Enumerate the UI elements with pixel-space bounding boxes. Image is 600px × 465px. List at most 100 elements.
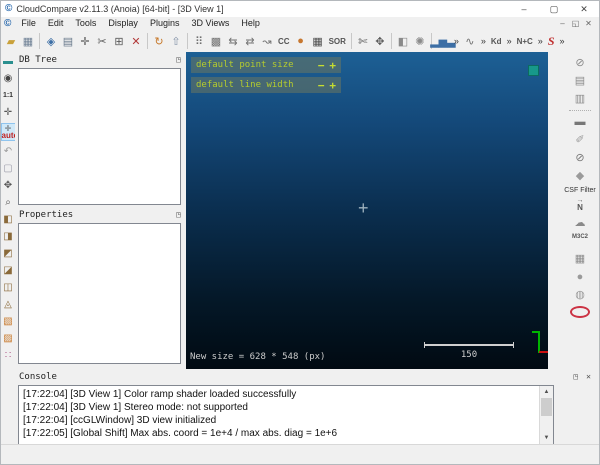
csf-filter-label: CSF Filter <box>564 187 596 195</box>
sra-plugin-button[interactable]: S <box>546 33 557 50</box>
scroll-down-icon[interactable]: ▼ <box>540 433 553 443</box>
3d-viewport[interactable]: default point size − + default line widt… <box>186 52 548 369</box>
menu-edit[interactable]: Edit <box>42 17 70 30</box>
save-button[interactable]: ▦ <box>20 33 36 50</box>
mdi-restore-button[interactable]: ◱ <box>569 19 582 28</box>
stereo-mode-button[interactable]: ∷ <box>2 349 15 362</box>
scalar-field-tools-button[interactable]: ∿ <box>462 33 478 50</box>
global-shift-button[interactable]: ⇧ <box>168 33 184 50</box>
line-width-decrease-button[interactable]: − <box>318 79 325 92</box>
subsample-button[interactable]: ⠿ <box>191 33 207 50</box>
view-bottom-button[interactable]: ◬ <box>2 298 15 311</box>
point-size-label: default point size <box>196 60 313 70</box>
octree-button[interactable]: ▩ <box>208 33 224 50</box>
db-tree-float-button[interactable]: ◳ <box>176 55 181 64</box>
minimize-button[interactable]: – <box>509 1 539 17</box>
point-size-increase-button[interactable]: + <box>329 59 336 72</box>
scroll-thumb[interactable] <box>541 398 552 416</box>
pick-rotation-center-button[interactable]: ✛ <box>2 106 15 119</box>
cloud-plugin-button[interactable]: ☁ <box>573 216 588 231</box>
properties-button[interactable]: ▤ <box>60 33 76 50</box>
translate-rotate-button[interactable]: ⊞ <box>111 33 127 50</box>
console-scrollbar[interactable]: ▲ ▼ <box>539 386 553 444</box>
cross-section-button[interactable]: ✄ <box>355 33 371 50</box>
db-tree-panel[interactable] <box>18 68 181 205</box>
view-front-button[interactable]: ◧ <box>2 213 15 226</box>
segment-button[interactable]: ✂ <box>94 33 110 50</box>
zoom-1-1-button[interactable]: 1:1 <box>2 89 15 102</box>
open-button[interactable]: ▰ <box>3 33 19 50</box>
no-filter-button[interactable]: ⊘ <box>573 56 588 71</box>
line-width-increase-button[interactable]: + <box>329 79 336 92</box>
properties-panel[interactable] <box>18 223 181 364</box>
status-bar <box>1 444 599 464</box>
interactive-transform-button[interactable]: ✥ <box>372 33 388 50</box>
toolbar-overflow-button[interactable]: » <box>558 33 567 50</box>
cloud-mesh-distance-button[interactable]: ● <box>293 33 309 50</box>
ransac-plugin-button[interactable]: ◍ <box>573 288 588 303</box>
view-iso2-button[interactable]: ▨ <box>2 332 15 345</box>
render-zoom-button[interactable]: ▥ <box>573 92 588 107</box>
view-left-button[interactable]: ◩ <box>2 247 15 260</box>
camera-button[interactable]: ◉ <box>2 72 15 85</box>
console-header-buttons: ◳ ✕ <box>573 372 591 381</box>
menu-display[interactable]: Display <box>102 17 144 30</box>
pan-view-button[interactable]: ✥ <box>2 179 15 192</box>
maximize-button[interactable]: ▢ <box>539 1 569 17</box>
scroll-up-icon[interactable]: ▲ <box>540 387 553 397</box>
m3c2-plugin-button[interactable]: M3C2 <box>572 234 588 249</box>
mdi-close-button[interactable]: ✕ <box>582 19 595 28</box>
auto-pick-rotation-center-button[interactable]: ✛auto <box>1 123 16 141</box>
normals-plugin-button[interactable]: →N <box>577 198 584 213</box>
delete-button[interactable]: ✕ <box>128 33 144 50</box>
view-right-button[interactable]: ◪ <box>2 264 15 277</box>
zoom-on-elements-button[interactable]: ◈ <box>43 33 59 50</box>
brush-plugin-button[interactable]: ✐ <box>573 133 588 148</box>
toolbar-overflow-button[interactable]: » <box>505 33 514 50</box>
register-fine-button[interactable]: ⇄ <box>242 33 258 50</box>
hide-filter-button[interactable]: ⊘ <box>573 151 588 166</box>
toolbar-overflow-button[interactable]: » <box>452 33 461 50</box>
fit-plane-button[interactable]: ◧ <box>395 33 411 50</box>
toolbar-overflow-button[interactable]: » <box>479 33 488 50</box>
view-back-button[interactable]: ◨ <box>2 230 15 243</box>
clone-button[interactable]: ↻ <box>151 33 167 50</box>
menu-3d-views[interactable]: 3D Views <box>185 17 235 30</box>
texture-plugin-button[interactable]: ▦ <box>573 252 588 267</box>
register-point-pairs-button[interactable]: ↝ <box>259 33 275 50</box>
point-size-decrease-button[interactable]: − <box>318 59 325 72</box>
point-picking-button[interactable]: ✛ <box>77 33 93 50</box>
compute-normals-button[interactable]: ✺ <box>412 33 428 50</box>
title-bar: © CloudCompare v2.11.3 (Anoia) [64-bit] … <box>1 1 599 17</box>
toolbar-overflow-button[interactable]: » <box>536 33 545 50</box>
mdi-minimize-button[interactable]: – <box>556 19 569 28</box>
screen-capture-button[interactable]: ▬ <box>2 55 15 68</box>
zoom-search-button[interactable]: ⌕ <box>2 196 15 209</box>
cloud-cloud-distance-button[interactable]: CC <box>276 33 292 50</box>
normals-curvature-button[interactable]: N+C <box>515 33 535 50</box>
ellipse-plugin-button[interactable] <box>570 306 590 318</box>
menu-file[interactable]: File <box>15 17 42 30</box>
close-button[interactable]: ✕ <box>569 1 599 17</box>
console-log[interactable]: [17:22:04] [3D View 1] Color ramp shader… <box>18 385 554 445</box>
menu-tools[interactable]: Tools <box>69 17 102 30</box>
rasterize-button[interactable]: ▦ <box>310 33 326 50</box>
console-float-button[interactable]: ◳ <box>573 372 578 381</box>
poisson-plugin-button[interactable]: ● <box>573 270 588 285</box>
console-close-button[interactable]: ✕ <box>586 372 591 381</box>
shield-plugin-button[interactable]: ◆ <box>573 169 588 184</box>
back-arrow-button[interactable]: ↶ <box>2 145 15 158</box>
histogram-button[interactable]: ▂▅▃ <box>435 33 451 50</box>
menu-plugins[interactable]: Plugins <box>144 17 186 30</box>
properties-float-button[interactable]: ◳ <box>176 210 181 219</box>
viewport-corner-icon[interactable] <box>528 65 539 76</box>
register-rough-button[interactable]: ⇆ <box>225 33 241 50</box>
menu-help[interactable]: Help <box>235 17 266 30</box>
sor-filter-button[interactable]: SOR <box>327 33 348 50</box>
animation-plugin-button[interactable]: ▬ <box>573 115 588 130</box>
view-iso1-button[interactable]: ▧ <box>2 315 15 328</box>
bounding-box-button[interactable]: ▢ <box>2 162 15 175</box>
render-screenshot-button[interactable]: ▤ <box>573 74 588 89</box>
view-top-button[interactable]: ◫ <box>2 281 15 294</box>
kd-tree-button[interactable]: Kd <box>489 33 504 50</box>
